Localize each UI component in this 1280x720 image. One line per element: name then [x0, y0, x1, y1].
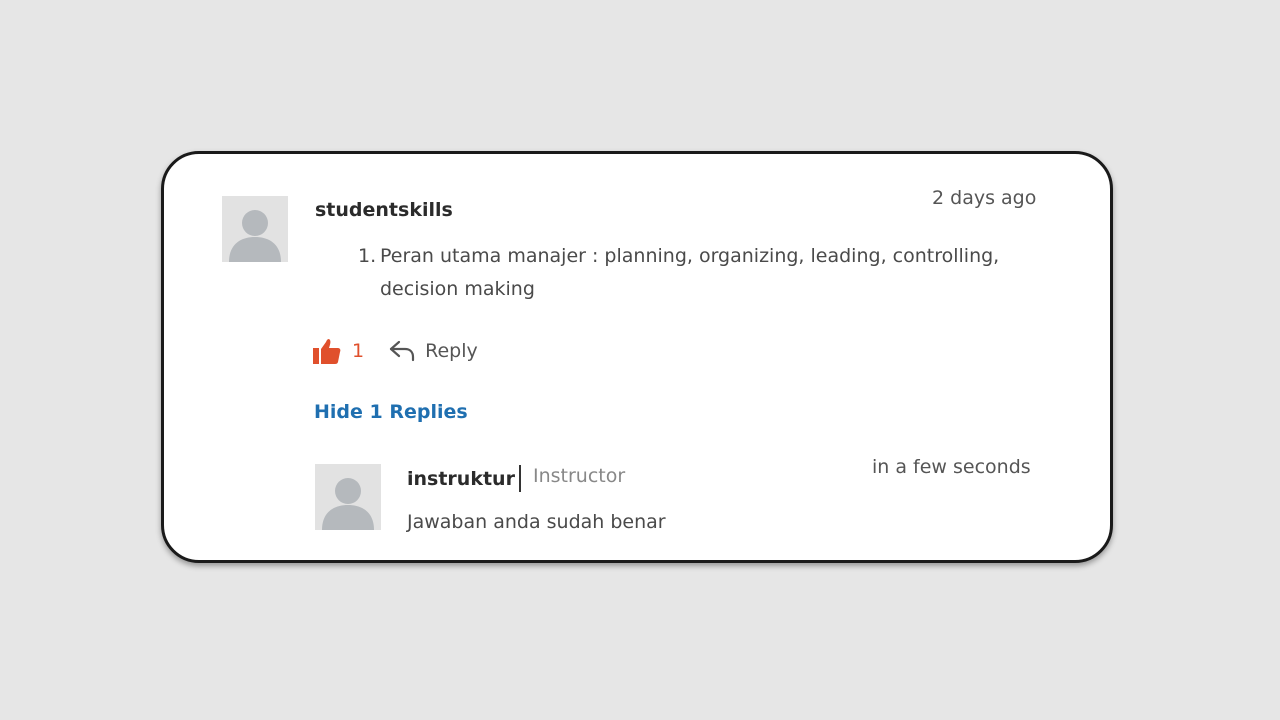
reply-avatar	[315, 464, 381, 530]
reply-button[interactable]: Reply	[389, 340, 478, 362]
comment-card	[161, 151, 1113, 563]
hide-replies-link[interactable]: Hide 1 Replies	[314, 401, 468, 423]
user-silhouette-icon	[229, 210, 281, 262]
user-silhouette-icon	[322, 478, 374, 530]
list-item: 1. Peran utama manajer : planning, organ…	[358, 240, 1018, 306]
comment-author[interactable]: studentskills	[315, 199, 453, 221]
comment-actions: 1 Reply	[313, 334, 478, 368]
reply-label: Reply	[425, 340, 478, 362]
list-item-number: 1.	[358, 245, 377, 267]
list-item-text: Peran utama manajer : planning, organizi…	[380, 245, 1000, 300]
role-divider	[519, 465, 521, 492]
comment-timestamp: 2 days ago	[932, 187, 1037, 209]
reply-role-badge: Instructor	[533, 465, 626, 487]
thumbs-up-icon	[313, 338, 341, 364]
reply-timestamp: in a few seconds	[872, 456, 1031, 478]
reply-arrow-icon	[389, 340, 415, 362]
reply-author[interactable]: instruktur	[407, 468, 515, 490]
like-count: 1	[352, 340, 365, 362]
comment-body: 1. Peran utama manajer : planning, organ…	[358, 240, 1018, 306]
commenter-avatar	[222, 196, 288, 262]
like-button[interactable]: 1	[313, 338, 364, 364]
reply-body: Jawaban anda sudah benar	[407, 511, 666, 533]
